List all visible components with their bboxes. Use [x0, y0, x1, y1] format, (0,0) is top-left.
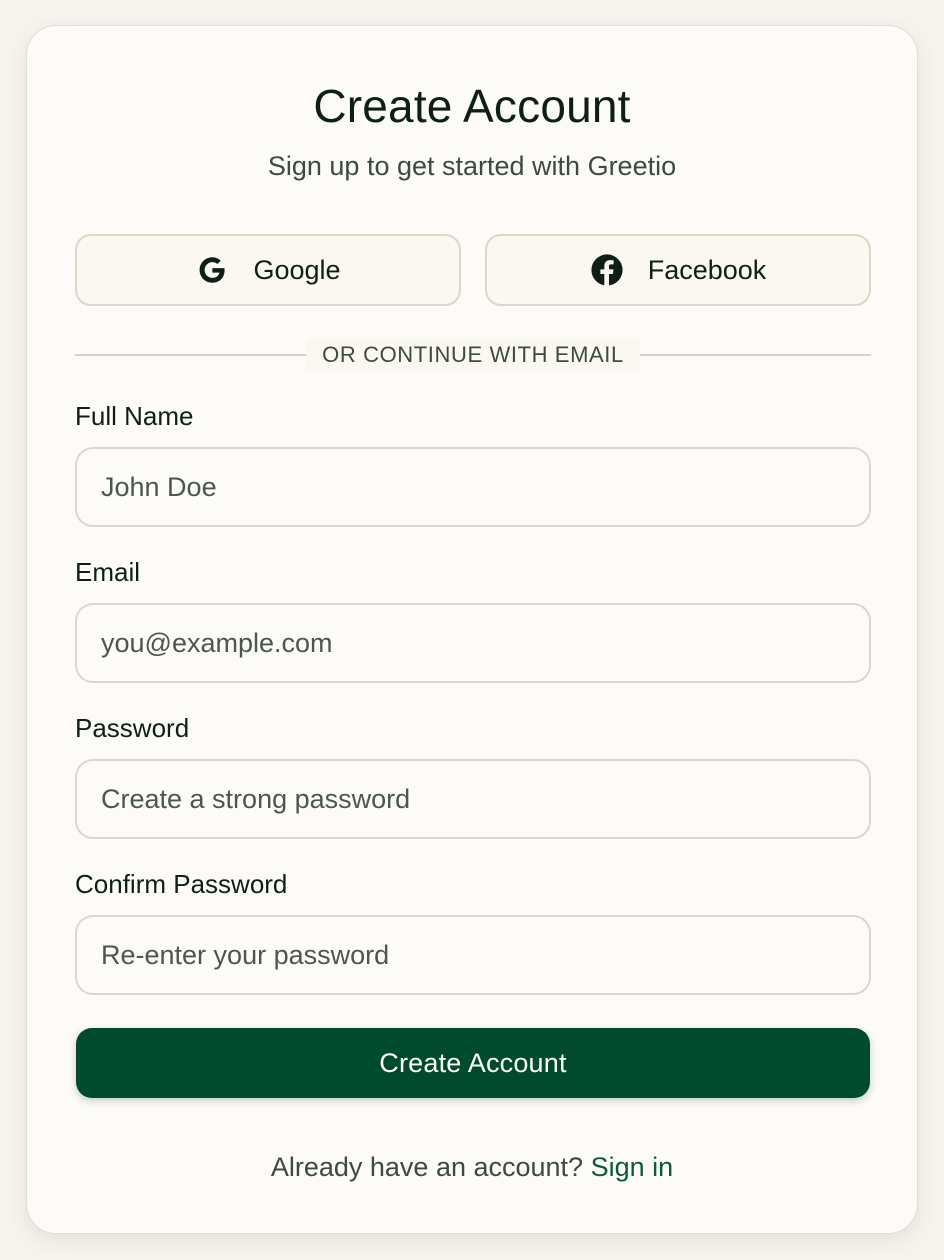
page-title: Create Account [313, 80, 631, 132]
google-g-icon [195, 253, 229, 287]
full-name-label: Full Name [75, 401, 194, 431]
email-label: Email [75, 557, 141, 587]
create-account-button[interactable]: Create Account [76, 1028, 870, 1098]
page-subtitle: Sign up to get started with Greetio [267, 151, 677, 181]
signin-prompt: Already have an account? Sign in [27, 1150, 917, 1184]
full-name-input[interactable] [75, 447, 871, 527]
facebook-icon [590, 253, 624, 287]
signup-card: Create Account Sign up to get started wi… [26, 25, 918, 1234]
signin-prompt-text: Already have an account? [270, 1152, 584, 1182]
confirm-password-input[interactable] [75, 915, 871, 995]
google-button-label: Google [253, 254, 341, 285]
email-input[interactable] [75, 603, 871, 683]
facebook-button-label: Facebook [647, 254, 767, 285]
password-input[interactable] [75, 759, 871, 839]
divider-text: OR CONTINUE WITH EMAIL [306, 338, 640, 372]
google-signup-button[interactable]: Google [75, 234, 461, 306]
facebook-signup-button[interactable]: Facebook [485, 234, 871, 306]
sign-in-link[interactable]: Sign in [591, 1152, 674, 1182]
confirm-password-label: Confirm Password [75, 869, 288, 899]
email-divider: OR CONTINUE WITH EMAIL [75, 338, 871, 372]
password-label: Password [75, 713, 190, 743]
